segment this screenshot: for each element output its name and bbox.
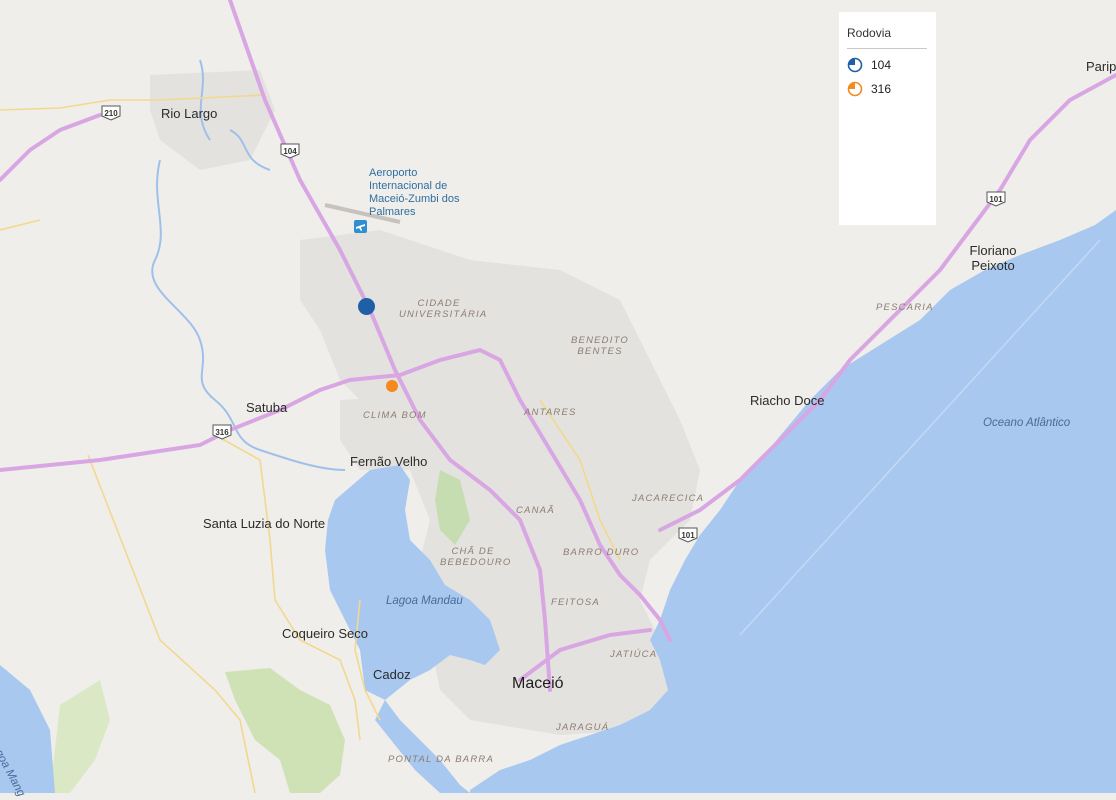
pie-chart-icon [847, 57, 863, 73]
hood-pontal-da-barra: Pontal da Barra [388, 754, 494, 765]
route-shield-101-north: 101 [985, 191, 1007, 207]
legend-divider [847, 48, 927, 49]
marker-rodovia-104[interactable] [358, 298, 375, 315]
hood-jacarecica: Jacarecica [632, 493, 705, 504]
place-rio-largo: Rio Largo [161, 106, 218, 121]
place-maceio: Maceió [512, 675, 564, 692]
place-coqueiro-seco: Coqueiro Seco [282, 626, 368, 641]
hood-jatiuca: Jatiúca [610, 649, 658, 660]
water-oceano-atlantico: Oceano Atlântico [983, 417, 1071, 429]
place-floriano-peixoto: Floriano Peixoto [969, 243, 1017, 273]
hood-feitosa: Feitosa [551, 597, 600, 608]
hood-canaa: Canaã [516, 505, 555, 516]
place-santa-luzia-do-norte: Santa Luzia do Norte [203, 516, 326, 531]
place-satuba: Satuba [246, 400, 288, 415]
place-fernao-velho: Fernão Velho [350, 454, 428, 469]
place-paripueira: Parip [1086, 59, 1116, 74]
marker-rodovia-316[interactable] [386, 380, 398, 392]
hood-benedito-bentes: Benedito Bentes [571, 335, 629, 357]
airport-icon[interactable] [354, 220, 367, 233]
hood-cidade-universitaria: Cidade Universitária [399, 298, 488, 320]
legend-panel: Rodovia 104 316 [839, 12, 936, 225]
place-cadoz: Cadoz [373, 667, 411, 682]
route-shield-316: 316 [211, 424, 233, 440]
route-shield-101-south: 101 [677, 527, 699, 543]
pie-chart-icon [847, 81, 863, 97]
hood-clima-bom: Clima Bom [363, 410, 427, 421]
legend-title: Rodovia [847, 26, 892, 40]
hood-pescaria: Pescaria [876, 302, 934, 313]
water-lagoa-mandau: Lagoa Mandau [386, 595, 463, 607]
route-shield-104: 104 [279, 143, 301, 159]
airport-label: Aeroporto Internacional de Maceió-Zumbi … [369, 167, 460, 218]
place-riacho-doce: Riacho Doce [750, 393, 825, 408]
hood-cha-de-bebedouro: Chã de Bebedouro [440, 546, 512, 568]
hood-barro-duro: Barro Duro [563, 547, 640, 558]
hood-jaragua: Jaraguá [556, 722, 610, 733]
route-shield-210: 210 [100, 105, 122, 121]
hood-antares: Antares [524, 407, 577, 418]
